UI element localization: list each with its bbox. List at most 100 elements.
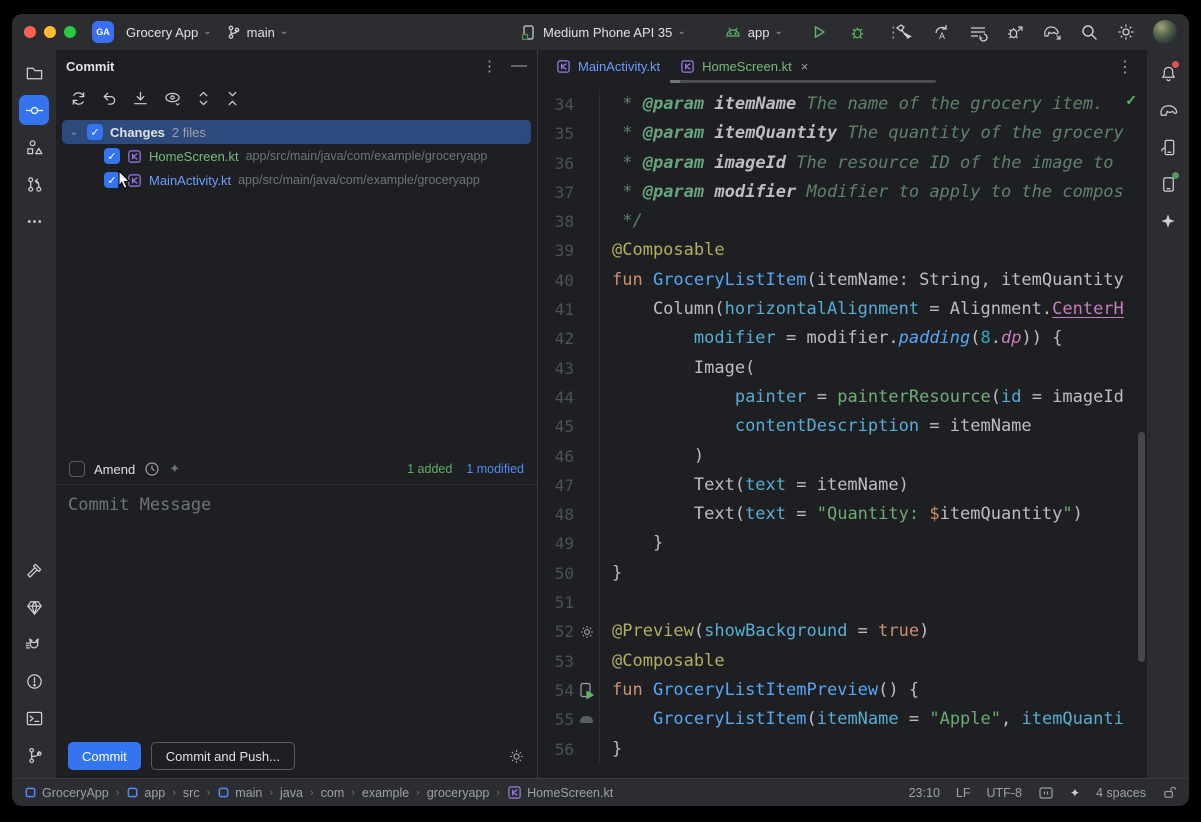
breadcrumb-item[interactable]: app <box>126 786 165 800</box>
breadcrumb-item[interactable]: example <box>362 786 409 800</box>
panel-options-kebab-icon[interactable]: ⋮ <box>482 57 497 75</box>
caret-position[interactable]: 23:10 <box>909 786 940 800</box>
gutter-runpreview-icon[interactable] <box>574 676 600 705</box>
user-avatar[interactable] <box>1153 20 1177 44</box>
vertical-scrollbar[interactable] <box>1138 432 1145 662</box>
more-actions-kebab-icon[interactable]: ⋮ <box>886 23 901 41</box>
line-number[interactable]: 40 <box>538 266 574 295</box>
search-everywhere-button[interactable] <box>1080 23 1099 42</box>
line-number[interactable]: 51 <box>538 588 574 617</box>
run-button[interactable] <box>811 24 827 40</box>
tool-strip-build-button[interactable] <box>19 555 49 585</box>
line-number[interactable]: 34 <box>538 90 574 119</box>
line-number[interactable]: 48 <box>538 500 574 529</box>
tool-strip-app-quality-insights-button[interactable] <box>19 592 49 622</box>
breadcrumb-item[interactable]: main <box>217 786 262 800</box>
line-number[interactable]: 50 <box>538 559 574 588</box>
line-number[interactable]: 39 <box>538 236 574 265</box>
commit-toolbar-rollback-icon[interactable] <box>101 90 118 107</box>
editor-tab-mainactivity-kt[interactable]: MainActivity.kt <box>546 50 670 83</box>
apply-code-changes-button[interactable] <box>968 22 988 42</box>
hide-panel-icon[interactable]: — <box>511 57 527 75</box>
breadcrumb-item[interactable]: src <box>183 786 200 800</box>
line-number[interactable]: 36 <box>538 149 574 178</box>
zoom-window-button[interactable] <box>64 26 76 38</box>
changed-file-row[interactable]: ✓ HomeScreen.kt app/src/main/java/com/ex… <box>56 144 537 168</box>
breadcrumb-item[interactable]: groceryapp <box>427 786 490 800</box>
line-number[interactable]: 54 <box>538 676 574 705</box>
line-number[interactable]: 53 <box>538 647 574 676</box>
line-number[interactable]: 52 <box>538 617 574 646</box>
branch-widget[interactable]: main ⌄ <box>226 24 289 40</box>
debug-button[interactable] <box>849 24 866 41</box>
commit-toolbar-refresh-icon[interactable] <box>70 90 87 107</box>
breadcrumb-item[interactable]: HomeScreen.kt <box>507 785 613 800</box>
breadcrumb-item[interactable]: java <box>280 786 303 800</box>
ai-assistant-icon[interactable]: ✦ <box>1070 786 1080 800</box>
line-number[interactable]: 47 <box>538 471 574 500</box>
tool-strip-version-control-button[interactable] <box>19 740 49 770</box>
gutter-gear-icon[interactable] <box>574 617 600 646</box>
line-number[interactable]: 35 <box>538 119 574 148</box>
inspections-ok-icon[interactable]: ✓ <box>1125 92 1137 109</box>
attach-debugger-button[interactable] <box>1005 22 1025 42</box>
tool-strip-gemini-button[interactable] <box>1153 206 1183 236</box>
reader-mode-icon[interactable] <box>1038 785 1054 801</box>
tool-strip-commit-button[interactable] <box>19 95 49 125</box>
editor-tab-homescreen-kt[interactable]: HomeScreen.kt× <box>670 50 818 83</box>
line-number[interactable]: 37 <box>538 178 574 207</box>
gradle-sync-button[interactable] <box>1042 22 1063 42</box>
commit-toolbar-collapse-icon[interactable] <box>225 90 240 107</box>
changes-checkbox[interactable]: ✓ <box>87 124 103 140</box>
line-number[interactable]: 45 <box>538 412 574 441</box>
tool-strip-running-devices-button[interactable] <box>1153 169 1183 199</box>
minimize-window-button[interactable] <box>44 26 56 38</box>
file-checkbox[interactable]: ✓ <box>104 148 120 164</box>
commit-and-push-button[interactable]: Commit and Push... <box>151 742 295 770</box>
project-widget[interactable]: GA Grocery App ⌄ <box>92 21 212 43</box>
commit-button[interactable]: Commit <box>68 742 141 770</box>
close-tab-icon[interactable]: × <box>801 59 809 74</box>
line-number[interactable]: 46 <box>538 442 574 471</box>
file-encoding[interactable]: UTF-8 <box>986 786 1021 800</box>
commit-options-gear-icon[interactable] <box>508 748 525 765</box>
indent-setting[interactable]: 4 spaces <box>1096 786 1146 800</box>
line-number[interactable]: 43 <box>538 354 574 383</box>
tool-strip-project-button[interactable] <box>19 58 49 88</box>
unlocked-icon[interactable] <box>1162 785 1177 800</box>
tool-strip-gradle-button[interactable] <box>1153 95 1183 125</box>
tool-strip-structure-button[interactable] <box>19 132 49 162</box>
tool-strip-notifications-button[interactable] <box>1153 58 1183 88</box>
line-separator[interactable]: LF <box>956 786 971 800</box>
tab-options-kebab-icon[interactable]: ⋮ <box>1117 57 1133 77</box>
commit-history-clock-icon[interactable] <box>144 461 160 477</box>
changes-root-row[interactable]: ⌄ ✓ Changes 2 files <box>62 120 531 144</box>
commit-toolbar-shelve-icon[interactable] <box>132 90 149 107</box>
commit-toolbar-eye-icon[interactable] <box>163 91 182 106</box>
gutter-fold-icon[interactable] <box>574 705 600 734</box>
settings-button[interactable] <box>1116 22 1136 42</box>
code-area[interactable]: 34 * @param itemName The name of the gro… <box>538 83 1147 778</box>
line-number[interactable]: 42 <box>538 324 574 353</box>
tool-strip-more-tool-windows-button[interactable] <box>19 206 49 236</box>
ai-commit-message-icon[interactable]: ✦ <box>169 461 180 477</box>
line-number[interactable]: 44 <box>538 383 574 412</box>
commit-toolbar-expand-icon[interactable] <box>196 90 211 107</box>
run-configuration-selector[interactable]: app ⌄ <box>748 25 783 40</box>
amend-checkbox[interactable] <box>69 461 85 477</box>
line-number[interactable]: 55 <box>538 705 574 734</box>
tool-strip-problems-button[interactable] <box>19 666 49 696</box>
close-window-button[interactable] <box>24 26 36 38</box>
line-number[interactable]: 41 <box>538 295 574 324</box>
device-selector[interactable]: Medium Phone API 35 ⌄ <box>543 25 686 40</box>
apply-changes-button[interactable]: A <box>931 22 951 42</box>
tool-strip-pull-requests-button[interactable] <box>19 169 49 199</box>
line-number[interactable]: 38 <box>538 207 574 236</box>
tool-strip-logcat-button[interactable] <box>19 629 49 659</box>
tool-strip-terminal-button[interactable] <box>19 703 49 733</box>
breadcrumb-item[interactable]: GroceryApp <box>24 786 109 800</box>
line-number[interactable]: 49 <box>538 529 574 558</box>
line-number[interactable]: 56 <box>538 735 574 764</box>
commit-message-input[interactable]: Commit Message <box>56 484 537 734</box>
expand-chevron-icon[interactable]: ⌄ <box>68 127 80 138</box>
